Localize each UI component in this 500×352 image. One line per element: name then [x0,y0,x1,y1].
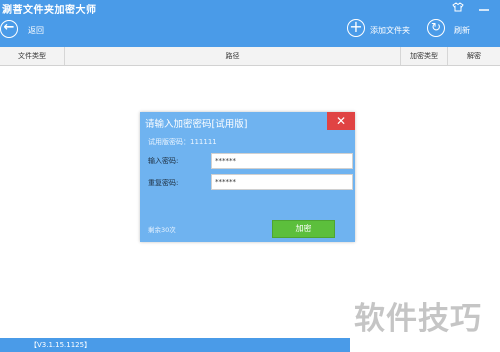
column-encrypt-type[interactable]: 加密类型 [401,47,448,65]
version-text: 【V3.1.15.1125】 [30,341,92,349]
app-title: 涮菩文件夹加密大师 [2,5,97,16]
refresh-button[interactable]: ↻ [427,19,445,37]
add-folder-label[interactable]: 添加文件夹 [370,25,410,36]
column-file-type[interactable]: 文件类型 [0,47,65,65]
remaining-uses-text: 剩余30次 [148,226,176,234]
encrypt-button[interactable]: 加密 [272,220,335,238]
arrow-left-icon: ← [3,20,15,35]
dialog-title: 请输入加密密码[试用版] [145,119,248,130]
trial-password-text: 试用版密码：111111 [148,138,217,146]
back-label[interactable]: 返回 [28,25,44,36]
column-path[interactable]: 路径 [65,47,401,65]
table-header: 文件类型 路径 加密类型 解密 [0,47,500,66]
refresh-label[interactable]: 刷新 [454,25,470,36]
close-button[interactable]: ✕ [327,112,355,130]
shirt-icon[interactable] [452,2,464,12]
close-icon: ✕ [335,114,347,128]
status-bar: 【V3.1.15.1125】 [0,338,350,352]
back-button[interactable]: ← [0,20,18,38]
add-folder-button[interactable]: + [347,19,365,37]
password-input[interactable] [211,153,353,169]
confirm-password-label: 重复密码: [148,179,179,187]
watermark-text: 软件技巧 [354,301,482,337]
password-dialog: 请输入加密密码[试用版] ✕ 试用版密码：111111 输入密码: 重复密码: … [140,112,355,242]
title-bar: 涮菩文件夹加密大师 ← 返回 + 添加文件夹 ↻ 刷新 [0,0,500,47]
minimize-icon[interactable] [478,2,490,12]
confirm-password-input[interactable] [211,174,353,190]
password-label: 输入密码: [148,157,179,165]
plus-icon: + [349,17,363,36]
refresh-icon: ↻ [430,20,442,34]
column-decrypt[interactable]: 解密 [448,47,500,65]
